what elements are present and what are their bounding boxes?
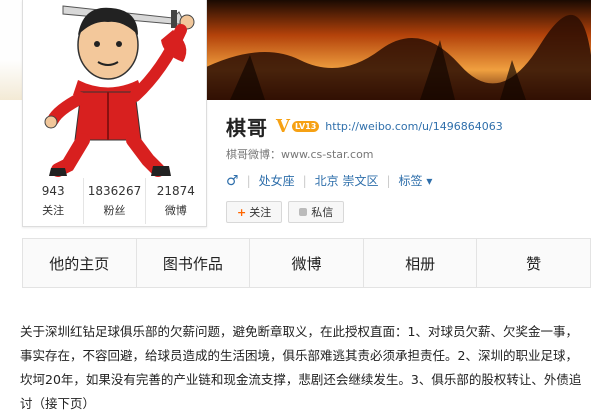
stat-following[interactable]: 943 关注 [23, 178, 85, 224]
tab-weibo[interactable]: 微博 [250, 239, 364, 287]
plus-icon: + [237, 205, 247, 219]
zodiac-link[interactable]: 处女座 [259, 172, 295, 189]
level-badge[interactable]: LV13 [291, 120, 320, 132]
profile-meta: ♂ | 处女座 | 北京 崇文区 | 标签 ▾ [226, 172, 432, 189]
tags-label: 标签 [398, 174, 423, 188]
post-text: 关于深圳红钻足球俱乐部的欠薪问题，避免断章取义，在此授权直面：1、对球员欠薪、欠… [20, 324, 582, 411]
stat-label: 关注 [42, 204, 65, 217]
follow-label: 关注 [249, 206, 272, 219]
divider: | [302, 173, 307, 188]
chevron-down-icon: ▾ [426, 174, 433, 188]
verified-icon[interactable]: V [276, 116, 290, 137]
action-buttons: + 关注 私信 [226, 201, 350, 223]
tab-album[interactable]: 相册 [364, 239, 478, 287]
profile-name: 棋哥 [226, 115, 268, 140]
stat-posts[interactable]: 21874 微博 [146, 178, 206, 224]
divider: | [246, 173, 251, 188]
stat-value: 21874 [156, 184, 195, 198]
profile-url-link[interactable]: http://weibo.com/u/1496864063 [325, 120, 502, 133]
stat-value: 1836267 [87, 184, 142, 198]
stat-value: 943 [41, 184, 65, 198]
stat-label: 微博 [164, 204, 187, 217]
tab-home[interactable]: 他的主页 [22, 239, 137, 287]
stat-label: 粉丝 [103, 204, 126, 217]
location-link[interactable]: 北京 崇文区 [315, 172, 379, 189]
avatar-card: 943 关注 1836267 粉丝 21874 微博 [22, 0, 207, 227]
tab-likes[interactable]: 赞 [477, 239, 591, 287]
blog-text: 棋哥微博：www.cs-star.com [226, 148, 374, 161]
message-label: 私信 [311, 206, 334, 219]
male-icon: ♂ [226, 172, 239, 189]
follow-button[interactable]: + 关注 [226, 201, 283, 223]
profile-header: 棋哥 V LV13 http://weibo.com/u/1496864063 [226, 112, 503, 140]
tags-dropdown[interactable]: 标签 ▾ [399, 172, 433, 189]
stat-followers[interactable]: 1836267 粉丝 [84, 178, 146, 224]
message-button[interactable]: 私信 [288, 201, 345, 223]
divider: | [386, 173, 391, 188]
tab-books[interactable]: 图书作品 [137, 239, 251, 287]
message-icon [299, 208, 308, 216]
avatar[interactable] [23, 0, 206, 178]
profile-tabs: 他的主页 图书作品 微博 相册 赞 [22, 238, 591, 288]
stats-bar: 943 关注 1836267 粉丝 21874 微博 [23, 178, 206, 224]
